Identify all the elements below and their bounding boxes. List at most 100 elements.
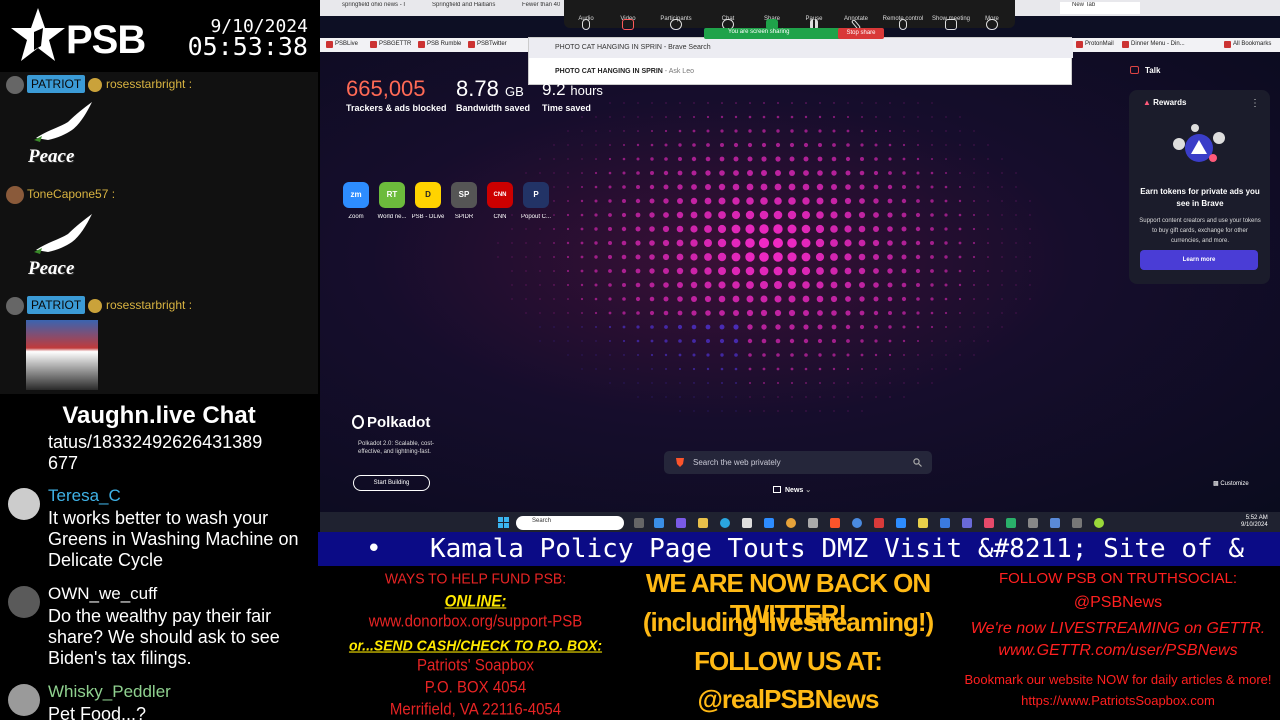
halftone-dot [973, 298, 975, 300]
app-icon[interactable] [984, 518, 994, 528]
halftone-dot [902, 171, 906, 175]
file-explorer-icon[interactable] [698, 518, 708, 528]
app-icon[interactable] [1028, 518, 1038, 528]
halftone-dot [872, 239, 880, 247]
bookmark[interactable]: PSBLive [326, 41, 358, 48]
bookmark[interactable]: PSB Rumble [418, 41, 461, 48]
halftone-dot [718, 295, 726, 303]
halftone-dot [705, 156, 711, 162]
stream-time: 05:53:38 [187, 32, 308, 61]
halftone-dot [745, 266, 755, 276]
halftone-dot [816, 281, 824, 289]
settings-icon[interactable] [808, 518, 818, 528]
halftone-dot [959, 186, 961, 188]
halftone-dot [945, 158, 947, 160]
halftone-dot [663, 310, 669, 316]
tab-new-tab[interactable]: New Tab [1060, 2, 1140, 14]
bookmark[interactable]: ProtonMail [1076, 41, 1114, 48]
chrome-icon[interactable] [786, 518, 796, 528]
halftone-dot [581, 172, 583, 174]
halftone-dot [566, 227, 570, 231]
zoom-participants-button[interactable]: Participants [656, 16, 696, 30]
tab[interactable]: springfield ohio news - I [330, 2, 410, 14]
bookmark[interactable]: Dinner Menu - Din... [1122, 41, 1185, 48]
tab[interactable]: Fewer than 40 [510, 2, 560, 14]
zoom-annotate-button[interactable]: Annotate [836, 16, 876, 30]
stop-share-button[interactable]: Stop share [838, 28, 884, 39]
tab[interactable]: Springfield and Haitians [420, 2, 500, 14]
talk-widget[interactable]: Talk [1130, 66, 1270, 84]
top-site-popout[interactable]: P Popout C... [518, 182, 554, 220]
halftone-dot [608, 227, 612, 231]
zoom-taskbar-icon[interactable] [896, 518, 906, 528]
zoom-pause-button[interactable]: Pause [794, 16, 834, 30]
halftone-dot [581, 116, 583, 118]
chrome-icon[interactable] [852, 518, 862, 528]
halftone-dot [859, 324, 865, 330]
halftone-dot [804, 367, 808, 371]
app-icon[interactable] [1050, 518, 1060, 528]
bookmark[interactable]: PSBGETTR [370, 41, 411, 48]
halftone-dot [718, 281, 726, 289]
top-site-zoom[interactable]: zm Zoom [338, 182, 374, 220]
news-button[interactable]: News ⌄ [773, 486, 811, 494]
app-icon[interactable] [1006, 518, 1016, 528]
taskbar-clock[interactable]: 5:52 AM 9/10/2024 [1241, 515, 1268, 529]
zoom-more-button[interactable]: More [972, 16, 1012, 30]
top-site-spidr[interactable]: SP SPIDR [446, 182, 482, 220]
halftone-dot [731, 266, 741, 276]
zoom-remote-control-button[interactable]: Remote control [880, 16, 926, 30]
halftone-dot [635, 282, 641, 288]
bookmark[interactable]: All Bookmarks [1224, 41, 1271, 48]
app-icon[interactable] [1072, 518, 1082, 528]
learn-more-button[interactable]: Learn more [1140, 250, 1258, 270]
edge-icon[interactable] [720, 518, 730, 528]
zoom-share-button[interactable]: Share [752, 16, 792, 30]
halftone-dot [903, 354, 905, 356]
halftone-dot [1015, 312, 1017, 314]
brave-icon[interactable] [830, 518, 840, 528]
app-icon[interactable] [918, 518, 928, 528]
halftone-dot [663, 296, 669, 302]
halftone-dot [773, 238, 783, 248]
search-input[interactable]: Search the web privately [664, 451, 932, 474]
app-icon[interactable] [874, 518, 884, 528]
app-icon[interactable] [940, 518, 950, 528]
windows-start-icon[interactable] [498, 517, 509, 528]
app-icon[interactable] [1094, 518, 1104, 528]
address-query-row[interactable]: PHOTO CAT HANGING IN SPRIN - Brave Searc… [529, 38, 1073, 58]
zoom-video-button[interactable]: Video [608, 16, 648, 30]
coin-icon [88, 299, 102, 313]
halftone-dot [717, 252, 727, 262]
teams-icon[interactable] [676, 518, 686, 528]
halftone-dot [902, 311, 906, 315]
address-suggestion[interactable]: PHOTO CAT HANGING IN SPRIN - Ask Leo [555, 68, 694, 75]
top-site-dlive[interactable]: D PSB - DLive [410, 182, 446, 220]
halftone-dot [635, 296, 641, 302]
taskbar-search-input[interactable]: Search [516, 516, 624, 530]
top-site-world-news[interactable]: RT World ne... [374, 182, 410, 220]
halftone-dot [930, 255, 934, 259]
halftone-dot [987, 172, 989, 174]
halftone-dot [649, 282, 655, 288]
app-icon[interactable] [764, 518, 774, 528]
top-site-cnn[interactable]: CNN CNN [482, 182, 518, 220]
halftone-dot [887, 282, 893, 288]
more-options-icon[interactable]: ⋮ [1250, 98, 1260, 109]
halftone-dot [664, 339, 668, 343]
task-view-icon[interactable] [634, 518, 644, 528]
zoom-audio-button[interactable]: Audio [566, 16, 606, 30]
zoom-chat-button[interactable]: Chat [708, 16, 748, 30]
start-building-button[interactable]: Start Building [353, 475, 430, 491]
app-icon[interactable] [962, 518, 972, 528]
halftone-dot [662, 253, 670, 261]
halftone-dot [846, 143, 850, 147]
customize-button[interactable]: ▩ Customize [1213, 480, 1249, 487]
address-dropdown[interactable]: PHOTO CAT HANGING IN SPRIN - Brave Searc… [528, 37, 1073, 85]
zoom-show-meeting-button[interactable]: Show meeting [928, 16, 974, 30]
store-icon[interactable] [742, 518, 752, 528]
halftone-dot [704, 281, 712, 289]
widgets-icon[interactable] [654, 518, 664, 528]
bookmark[interactable]: PSBTwitter [468, 41, 507, 48]
halftone-dot [775, 156, 781, 162]
